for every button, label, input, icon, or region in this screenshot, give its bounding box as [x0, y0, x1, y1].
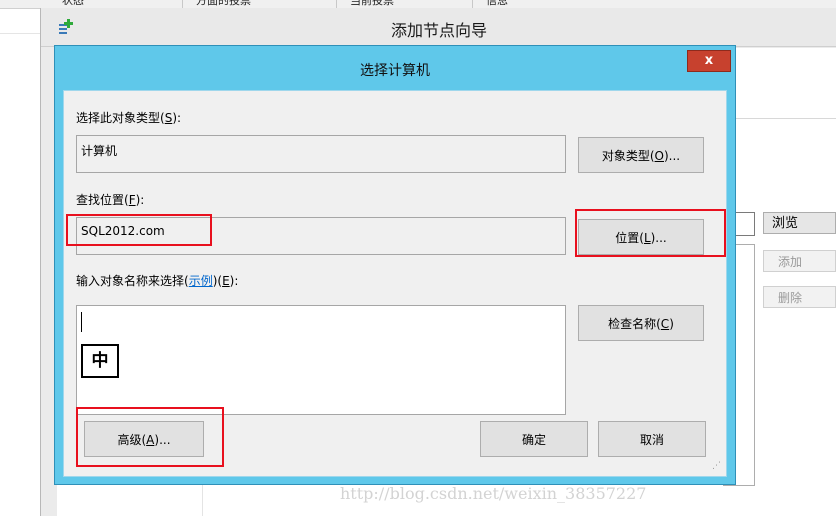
- add-button[interactable]: 添加: [763, 250, 836, 272]
- ok-button[interactable]: 确定: [480, 421, 588, 457]
- wizard-title: 添加节点向导: [390, 21, 487, 40]
- object-type-value: 计算机: [81, 144, 118, 158]
- background-row-line: [0, 33, 40, 34]
- location-button-highlight: [575, 209, 726, 257]
- close-button[interactable]: x: [687, 50, 731, 72]
- location-value-highlight: [66, 214, 212, 246]
- object-names-label: 输入对象名称来选择(示例)(E):: [76, 274, 239, 288]
- ime-indicator: 中: [81, 344, 119, 378]
- column-header-current-vote: 当前投票: [350, 0, 394, 7]
- column-header-status: 状态: [62, 0, 84, 7]
- cancel-button[interactable]: 取消: [598, 421, 706, 457]
- wizard-divider: [723, 118, 836, 119]
- column-header-info: 信息: [486, 0, 508, 7]
- examples-link[interactable]: 示例: [189, 274, 213, 288]
- object-names-input[interactable]: 中: [76, 305, 566, 415]
- dialog-title-bar[interactable]: 选择计算机 x: [55, 46, 735, 90]
- advanced-button-highlight: [76, 407, 224, 467]
- location-label: 查找位置(F):: [76, 193, 145, 207]
- dialog-title: 选择计算机: [360, 63, 430, 79]
- object-type-field: 计算机: [76, 135, 566, 173]
- close-icon: x: [704, 53, 714, 68]
- column-separator: [336, 0, 337, 8]
- object-type-label: 选择此对象类型(S):: [76, 111, 182, 125]
- watermark: http://blog.csdn.net/weixin_38357227: [340, 484, 647, 503]
- resize-grip-icon[interactable]: ⋰: [712, 461, 721, 471]
- check-names-button[interactable]: 检查名称(C): [578, 305, 704, 341]
- object-types-button[interactable]: 对象类型(O)...: [578, 137, 704, 173]
- wizard-title-bar: 添加节点向导: [41, 8, 836, 47]
- column-separator: [182, 0, 183, 8]
- browse-button[interactable]: 浏览: [763, 212, 836, 234]
- delete-button[interactable]: 删除: [763, 286, 836, 308]
- column-separator: [472, 0, 473, 8]
- text-caret: [81, 312, 82, 332]
- column-header-votes: 方面的投票: [196, 0, 251, 7]
